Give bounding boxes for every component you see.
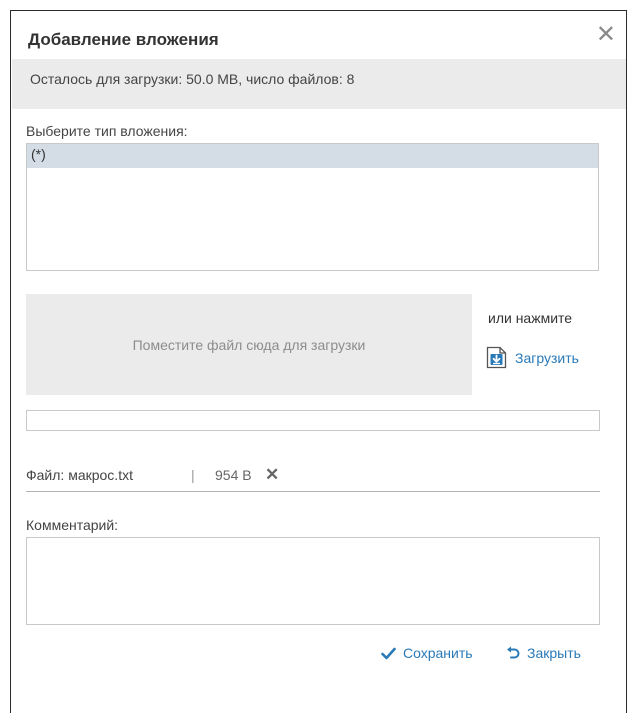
attachment-type-label: Выберите тип вложения: <box>26 123 188 139</box>
upload-button-label: Загрузить <box>515 349 579 366</box>
save-button-label: Сохранить <box>403 645 473 661</box>
close-button[interactable]: Закрыть <box>506 645 581 661</box>
upload-progress-bar <box>26 410 600 431</box>
file-size: 954 B <box>215 467 252 483</box>
or-click-text: или нажмите <box>488 310 573 326</box>
save-button[interactable]: Сохранить <box>381 645 473 661</box>
comment-label: Комментарий: <box>26 517 119 533</box>
checkmark-icon <box>381 647 396 659</box>
file-separator: | <box>191 467 195 483</box>
attachment-type-list[interactable]: (*) <box>26 143 599 271</box>
uploaded-file-row: Файл: макрос.txt | 954 B ✕ <box>26 462 600 492</box>
remove-file-icon[interactable]: ✕ <box>265 465 279 485</box>
attachment-type-option[interactable]: (*) <box>27 144 598 168</box>
upload-button[interactable]: Загрузить <box>486 346 579 369</box>
download-icon <box>486 346 507 369</box>
quota-info-bar: Осталось для загрузки: 50.0 MB, число фа… <box>12 59 626 109</box>
undo-arrow-icon <box>507 646 520 659</box>
comment-field[interactable] <box>26 537 600 625</box>
close-button-label: Закрыть <box>527 645 581 661</box>
dialog-title: Добавление вложения <box>28 30 219 49</box>
close-icon[interactable]: ✕ <box>596 23 616 47</box>
quota-info-text: Осталось для загрузки: 50.0 MB, число фа… <box>30 71 355 87</box>
file-drop-zone[interactable]: Поместите файл сюда для загрузки <box>26 294 472 395</box>
file-name: Файл: макрос.txt <box>26 467 133 483</box>
drop-zone-text: Поместите файл сюда для загрузки <box>132 336 366 353</box>
